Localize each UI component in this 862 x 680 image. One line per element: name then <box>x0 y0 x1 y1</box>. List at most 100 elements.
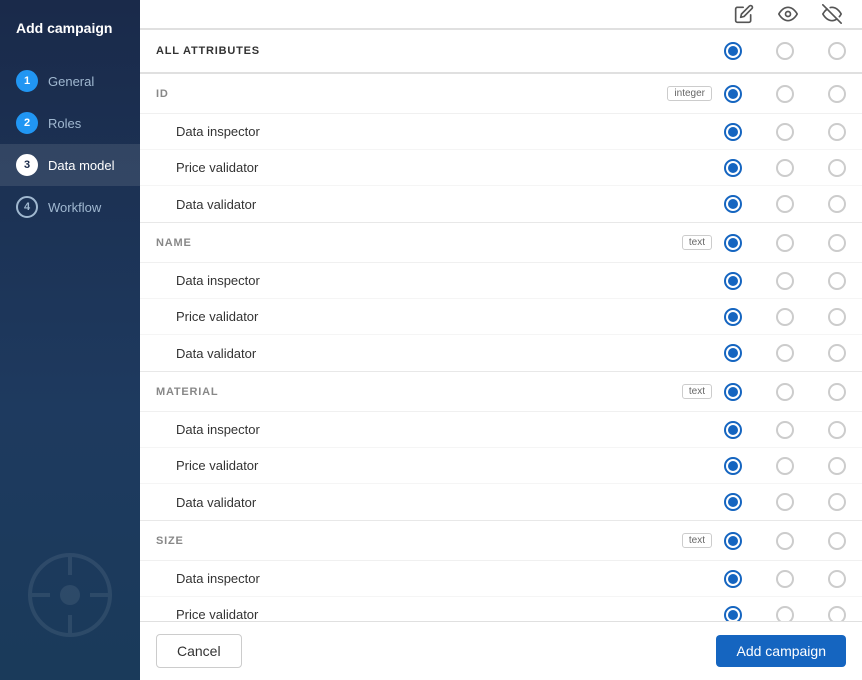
role-radio-hide-size-1[interactable] <box>828 606 846 622</box>
role-radio-hide-id-1[interactable] <box>828 159 846 177</box>
role-radio-edit-material-1[interactable] <box>724 457 742 475</box>
step-badge-1: 1 <box>16 70 38 92</box>
attr-section-id: ID integer Data inspector Price validato… <box>140 74 862 223</box>
all-attr-radio-hide[interactable] <box>828 42 846 60</box>
hide-icon-btn[interactable] <box>818 0 846 28</box>
table-header <box>140 0 862 30</box>
sidebar-item-label-2: Roles <box>48 116 81 131</box>
role-name-name-2: Data validator <box>176 346 724 361</box>
attr-radio-hide-material[interactable] <box>828 383 846 401</box>
role-row-material-1: Price validator <box>140 448 862 484</box>
header-icons <box>730 0 846 28</box>
role-radio-group-size-1 <box>724 606 846 622</box>
attr-name-id: ID <box>156 88 667 100</box>
role-radio-group-material-1 <box>724 457 846 475</box>
role-radio-edit-material-2[interactable] <box>724 493 742 511</box>
role-radio-edit-id-2[interactable] <box>724 195 742 213</box>
sidebar-item-label-3: Data model <box>48 158 114 173</box>
role-radio-view-material-1[interactable] <box>776 457 794 475</box>
role-row-id-1: Price validator <box>140 150 862 186</box>
attr-radio-view-name[interactable] <box>776 234 794 252</box>
role-radio-view-name-1[interactable] <box>776 308 794 326</box>
cancel-button[interactable]: Cancel <box>156 634 242 668</box>
role-radio-view-name-2[interactable] <box>776 344 794 362</box>
role-row-size-1: Price validator <box>140 597 862 621</box>
attr-header-size: SIZE text <box>140 521 862 561</box>
role-radio-hide-material-2[interactable] <box>828 493 846 511</box>
role-radio-view-material-2[interactable] <box>776 493 794 511</box>
role-row-material-0: Data inspector <box>140 412 862 448</box>
attr-radio-edit-id[interactable] <box>724 85 742 103</box>
role-row-name-1: Price validator <box>140 299 862 335</box>
attr-radio-hide-id[interactable] <box>828 85 846 103</box>
table-header-spacer <box>156 0 730 28</box>
role-radio-group-name-2 <box>724 344 846 362</box>
attr-radio-view-size[interactable] <box>776 532 794 550</box>
role-radio-hide-name-2[interactable] <box>828 344 846 362</box>
role-radio-edit-name-1[interactable] <box>724 308 742 326</box>
role-radio-view-name-0[interactable] <box>776 272 794 290</box>
role-radio-hide-name-0[interactable] <box>828 272 846 290</box>
role-name-id-2: Data validator <box>176 197 724 212</box>
footer: Cancel Add campaign <box>140 621 862 680</box>
attr-radio-edit-name[interactable] <box>724 234 742 252</box>
role-row-id-2: Data validator <box>140 186 862 222</box>
role-radio-edit-name-2[interactable] <box>724 344 742 362</box>
attr-type-name: text <box>682 235 712 250</box>
role-radio-view-size-0[interactable] <box>776 570 794 588</box>
role-radio-edit-name-0[interactable] <box>724 272 742 290</box>
attr-radio-group-id <box>724 85 846 103</box>
role-name-material-0: Data inspector <box>176 422 724 437</box>
all-attr-radio-edit[interactable] <box>724 42 742 60</box>
attr-name-size: SIZE <box>156 535 682 547</box>
all-attributes-radio-group <box>724 42 846 60</box>
role-radio-hide-size-0[interactable] <box>828 570 846 588</box>
role-name-material-2: Data validator <box>176 495 724 510</box>
all-attr-radio-view[interactable] <box>776 42 794 60</box>
attr-radio-view-material[interactable] <box>776 383 794 401</box>
role-radio-view-id-1[interactable] <box>776 159 794 177</box>
role-name-material-1: Price validator <box>176 458 724 473</box>
sidebar-item-general[interactable]: 1 General <box>0 60 140 102</box>
attr-radio-edit-size[interactable] <box>724 532 742 550</box>
role-radio-view-material-0[interactable] <box>776 421 794 439</box>
role-radio-hide-material-1[interactable] <box>828 457 846 475</box>
attr-radio-edit-material[interactable] <box>724 383 742 401</box>
sidebar: Add campaign 1 General 2 Roles 3 Data mo… <box>0 0 140 680</box>
role-radio-group-name-1 <box>724 308 846 326</box>
attr-section-size: SIZE text Data inspector Price validator… <box>140 521 862 621</box>
role-radio-edit-id-1[interactable] <box>724 159 742 177</box>
role-radio-hide-name-1[interactable] <box>828 308 846 326</box>
role-radio-group-size-0 <box>724 570 846 588</box>
role-radio-hide-id-2[interactable] <box>828 195 846 213</box>
edit-icon-btn[interactable] <box>730 0 758 28</box>
view-icon-btn[interactable] <box>774 0 802 28</box>
content-area: ALL ATTRIBUTES ID integer Data inspector… <box>140 0 862 621</box>
add-campaign-button[interactable]: Add campaign <box>716 635 846 667</box>
attr-type-size: text <box>682 533 712 548</box>
role-row-id-0: Data inspector <box>140 114 862 150</box>
sidebar-item-roles[interactable]: 2 Roles <box>0 102 140 144</box>
all-attributes-label: ALL ATTRIBUTES <box>156 45 724 57</box>
attr-radio-hide-size[interactable] <box>828 532 846 550</box>
attr-section-name: NAME text Data inspector Price validator… <box>140 223 862 372</box>
attr-radio-hide-name[interactable] <box>828 234 846 252</box>
role-radio-hide-id-0[interactable] <box>828 123 846 141</box>
role-radio-view-size-1[interactable] <box>776 606 794 622</box>
role-radio-edit-material-0[interactable] <box>724 421 742 439</box>
role-row-name-2: Data validator <box>140 335 862 371</box>
role-radio-hide-material-0[interactable] <box>828 421 846 439</box>
attr-type-id: integer <box>667 86 712 101</box>
sidebar-item-data-model[interactable]: 3 Data model <box>0 144 140 186</box>
role-radio-edit-id-0[interactable] <box>724 123 742 141</box>
attr-radio-view-id[interactable] <box>776 85 794 103</box>
attr-header-id: ID integer <box>140 74 862 114</box>
role-radio-view-id-2[interactable] <box>776 195 794 213</box>
role-radio-edit-size-0[interactable] <box>724 570 742 588</box>
role-radio-edit-size-1[interactable] <box>724 606 742 622</box>
role-name-size-1: Price validator <box>176 607 724 621</box>
sidebar-item-workflow[interactable]: 4 Workflow <box>0 186 140 228</box>
role-radio-group-material-0 <box>724 421 846 439</box>
role-radio-view-id-0[interactable] <box>776 123 794 141</box>
sidebar-item-label-4: Workflow <box>48 200 101 215</box>
